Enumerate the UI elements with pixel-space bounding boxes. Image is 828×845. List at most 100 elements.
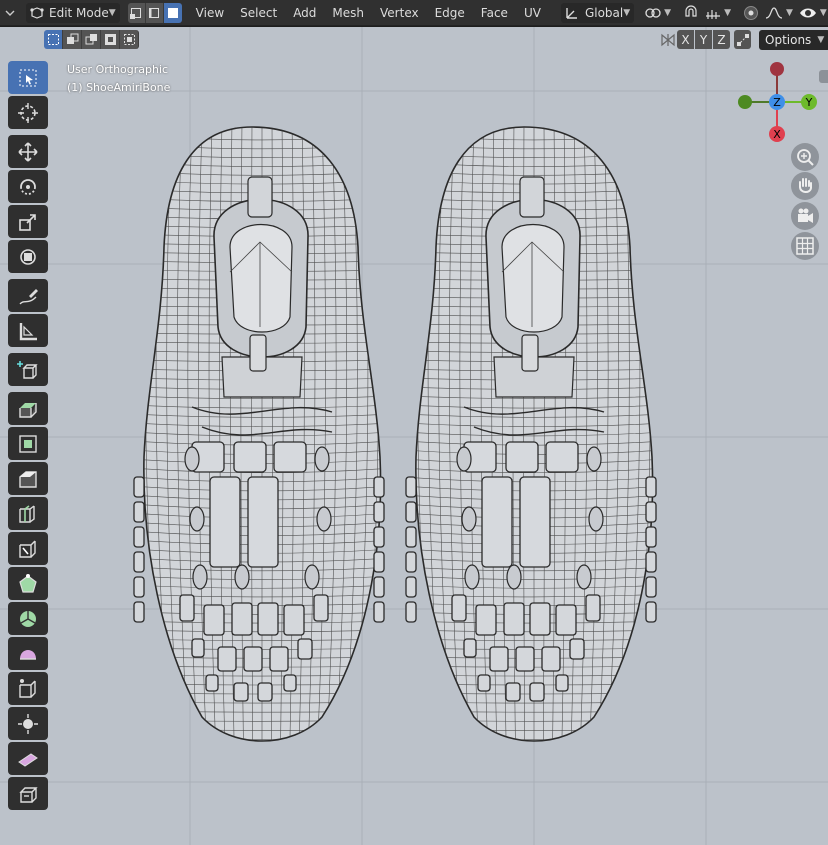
menu-vertex[interactable]: Vertex <box>372 3 427 23</box>
chevron-down-icon: ▼ <box>664 7 672 18</box>
snap-toggle[interactable] <box>680 3 702 23</box>
proportional-editing-toggle[interactable] <box>740 3 762 23</box>
face-select-icon <box>167 7 178 18</box>
shear-icon <box>18 752 38 767</box>
left-shoe-mesh[interactable] <box>132 122 392 757</box>
grid-icon <box>796 237 814 255</box>
scale-icon <box>19 213 36 231</box>
select-subtract-button[interactable] <box>82 30 101 49</box>
edge-select-button[interactable] <box>145 2 164 23</box>
sidebar-toggle-tab[interactable] <box>819 70 828 83</box>
tool-shrink-fatten[interactable] <box>8 707 48 740</box>
topology-mirror-toggle[interactable] <box>734 30 751 49</box>
tool-measure[interactable] <box>8 314 48 347</box>
poly-build-icon <box>19 573 37 593</box>
orientation-dropdown[interactable]: Global ▼ <box>560 2 635 23</box>
zoom-magnifier-icon <box>797 149 814 166</box>
tool-add-cube[interactable] <box>8 353 48 386</box>
orientation-label: Global <box>584 5 624 20</box>
tool-annotate[interactable] <box>8 279 48 312</box>
auto-merge-icon[interactable] <box>659 30 676 49</box>
transform-orientation-icon <box>566 7 577 19</box>
options-label: Options <box>765 33 812 47</box>
3d-viewport[interactable]: X Y Z Options ▼ User Orthographic (1) Sh… <box>0 27 828 845</box>
rotate-icon <box>20 178 36 195</box>
hand-icon <box>799 178 812 193</box>
cursor-icon <box>18 102 38 123</box>
viewport-info-overlay: User Orthographic (1) ShoeAmiriBone <box>67 61 170 97</box>
zoom-button[interactable] <box>791 143 819 171</box>
menu-mesh[interactable]: Mesh <box>324 3 372 23</box>
tool-rotate[interactable] <box>8 170 48 203</box>
spin-icon <box>20 610 36 627</box>
tool-select-box[interactable] <box>8 61 48 94</box>
pan-button[interactable] <box>791 172 819 200</box>
mirror-y-toggle[interactable]: Y <box>695 30 712 49</box>
editor-type-button[interactable] <box>2 3 18 23</box>
menu-face[interactable]: Face <box>473 3 516 23</box>
shoe-mesh-wireframe[interactable] <box>0 27 828 845</box>
camera-view-button[interactable] <box>791 202 819 230</box>
menu-add[interactable]: Add <box>285 3 324 23</box>
tool-cursor[interactable] <box>8 96 48 129</box>
snap-target-dropdown[interactable]: ▼ <box>702 3 734 23</box>
tool-knife[interactable] <box>8 532 48 565</box>
select-new-button[interactable] <box>44 30 63 49</box>
select-mode-group <box>127 2 182 23</box>
select-invert-icon <box>104 34 116 45</box>
select-intersect-button[interactable] <box>120 30 139 49</box>
gizmo-x-label: X <box>773 128 781 141</box>
object-name-label: (1) ShoeAmiriBone <box>67 81 171 94</box>
mode-dropdown[interactable]: Edit Mode ▼ <box>26 2 120 23</box>
select-invert-button[interactable] <box>101 30 120 49</box>
tool-loop-cut[interactable] <box>8 497 48 530</box>
mirror-axis-group: X Y Z <box>658 30 751 49</box>
gizmo-neg-z-ball[interactable] <box>770 62 784 76</box>
tool-shear[interactable] <box>8 742 48 775</box>
mirror-z-toggle[interactable]: Z <box>713 30 730 49</box>
tool-bevel[interactable] <box>8 462 48 495</box>
menu-uv[interactable]: UV <box>516 3 549 23</box>
tool-smooth[interactable] <box>8 637 48 670</box>
right-shoe-mesh[interactable] <box>404 122 664 757</box>
perspective-toggle-button[interactable] <box>791 232 819 260</box>
select-intersect-icon <box>123 34 135 45</box>
mirror-x-toggle[interactable]: X <box>677 30 694 49</box>
falloff-dropdown[interactable]: ▼ <box>762 3 796 23</box>
menu-view[interactable]: View <box>188 3 232 23</box>
annotate-pencil-icon <box>19 288 38 304</box>
tool-rip-region[interactable] <box>8 777 48 810</box>
select-subtract-icon <box>85 34 97 45</box>
face-select-button[interactable] <box>163 2 182 23</box>
viewport-header: Edit Mode ▼ View Select Add Mesh Vertex … <box>0 0 828 26</box>
tool-scale[interactable] <box>8 205 48 238</box>
chevron-down-icon: ▼ <box>819 7 827 18</box>
tool-inset-faces[interactable] <box>8 427 48 460</box>
select-extend-button[interactable] <box>63 30 82 49</box>
navigation-gizmo[interactable]: X Y Z <box>734 61 820 147</box>
tool-spin[interactable] <box>8 602 48 635</box>
mode-label: Edit Mode <box>49 5 109 20</box>
tool-edge-slide[interactable] <box>8 672 48 705</box>
gizmo-neg-y-ball[interactable] <box>738 95 752 109</box>
tool-extrude-region[interactable] <box>8 392 48 425</box>
vertex-select-button[interactable] <box>127 2 146 23</box>
pivot-point-dropdown[interactable]: ▼ <box>642 3 674 23</box>
visibility-dropdown[interactable]: ▼ <box>796 3 828 23</box>
pivot-icon <box>645 7 661 18</box>
tool-move[interactable] <box>8 135 48 168</box>
chevron-down-icon: ▼ <box>724 7 731 18</box>
chevron-down-icon: ▼ <box>623 7 631 18</box>
options-dropdown[interactable]: Options ▼ <box>759 30 828 50</box>
falloff-curve-icon <box>765 6 783 19</box>
menu-select[interactable]: Select <box>232 3 285 23</box>
add-cube-icon <box>17 360 38 379</box>
chevron-down-icon: ▼ <box>817 35 825 45</box>
chevron-down-icon: ▼ <box>108 7 116 18</box>
eye-icon <box>799 8 816 17</box>
tool-transform[interactable] <box>8 240 48 273</box>
chevron-down-icon: ▼ <box>785 7 793 18</box>
tool-poly-build[interactable] <box>8 567 48 600</box>
gizmo-z-label: Z <box>773 96 781 109</box>
menu-edge[interactable]: Edge <box>427 3 473 23</box>
